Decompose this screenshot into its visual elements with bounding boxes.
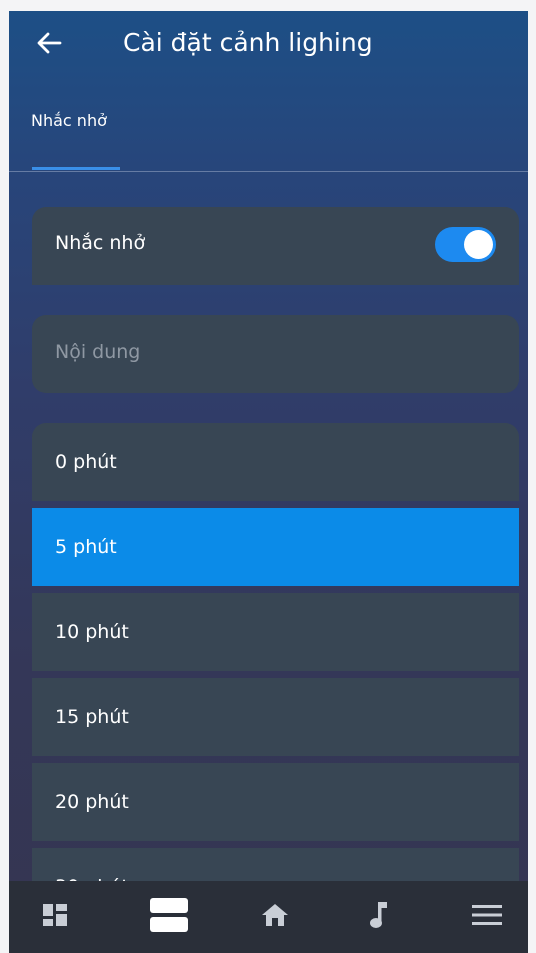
option-20-min[interactable]: 20 phút bbox=[32, 763, 519, 841]
nav-scenes[interactable] bbox=[137, 881, 201, 953]
reminder-toggle[interactable] bbox=[435, 227, 496, 262]
back-button[interactable] bbox=[31, 27, 67, 63]
option-15-min[interactable]: 15 phút bbox=[32, 678, 519, 756]
option-label: 20 phút bbox=[55, 791, 129, 813]
bottom-nav bbox=[9, 881, 528, 953]
option-label: 15 phút bbox=[55, 706, 129, 728]
nav-music[interactable] bbox=[349, 881, 409, 953]
option-label: 0 phút bbox=[55, 451, 117, 473]
option-label: 5 phút bbox=[55, 536, 117, 558]
tab-reminder[interactable]: Nhắc nhở bbox=[31, 111, 107, 130]
option-10-min[interactable]: 10 phút bbox=[32, 593, 519, 671]
toggle-knob bbox=[464, 230, 493, 259]
nav-dashboard[interactable] bbox=[25, 881, 85, 953]
dashboard-icon bbox=[43, 904, 67, 930]
content-input[interactable]: Nội dung bbox=[32, 315, 519, 393]
reminder-row: Nhắc nhở bbox=[32, 207, 519, 285]
nav-menu[interactable] bbox=[457, 881, 517, 953]
app-screen: Cài đặt cảnh lighing Nhắc nhở Nhắc nhở N… bbox=[9, 11, 528, 953]
option-label: 10 phút bbox=[55, 621, 129, 643]
home-icon bbox=[261, 903, 289, 931]
app-header: Cài đặt cảnh lighing bbox=[9, 11, 528, 81]
option-5-min[interactable]: 5 phút bbox=[32, 508, 519, 586]
music-note-icon bbox=[369, 901, 389, 933]
scenes-icon bbox=[150, 898, 188, 936]
content-placeholder: Nội dung bbox=[55, 341, 141, 363]
arrow-left-icon bbox=[36, 30, 62, 60]
nav-home[interactable] bbox=[245, 881, 305, 953]
reminder-label: Nhắc nhở bbox=[55, 232, 146, 254]
tab-divider bbox=[9, 171, 528, 172]
page-title: Cài đặt cảnh lighing bbox=[123, 28, 373, 57]
option-0-min[interactable]: 0 phút bbox=[32, 423, 519, 501]
tab-active-indicator bbox=[32, 167, 120, 170]
menu-icon bbox=[472, 904, 502, 930]
